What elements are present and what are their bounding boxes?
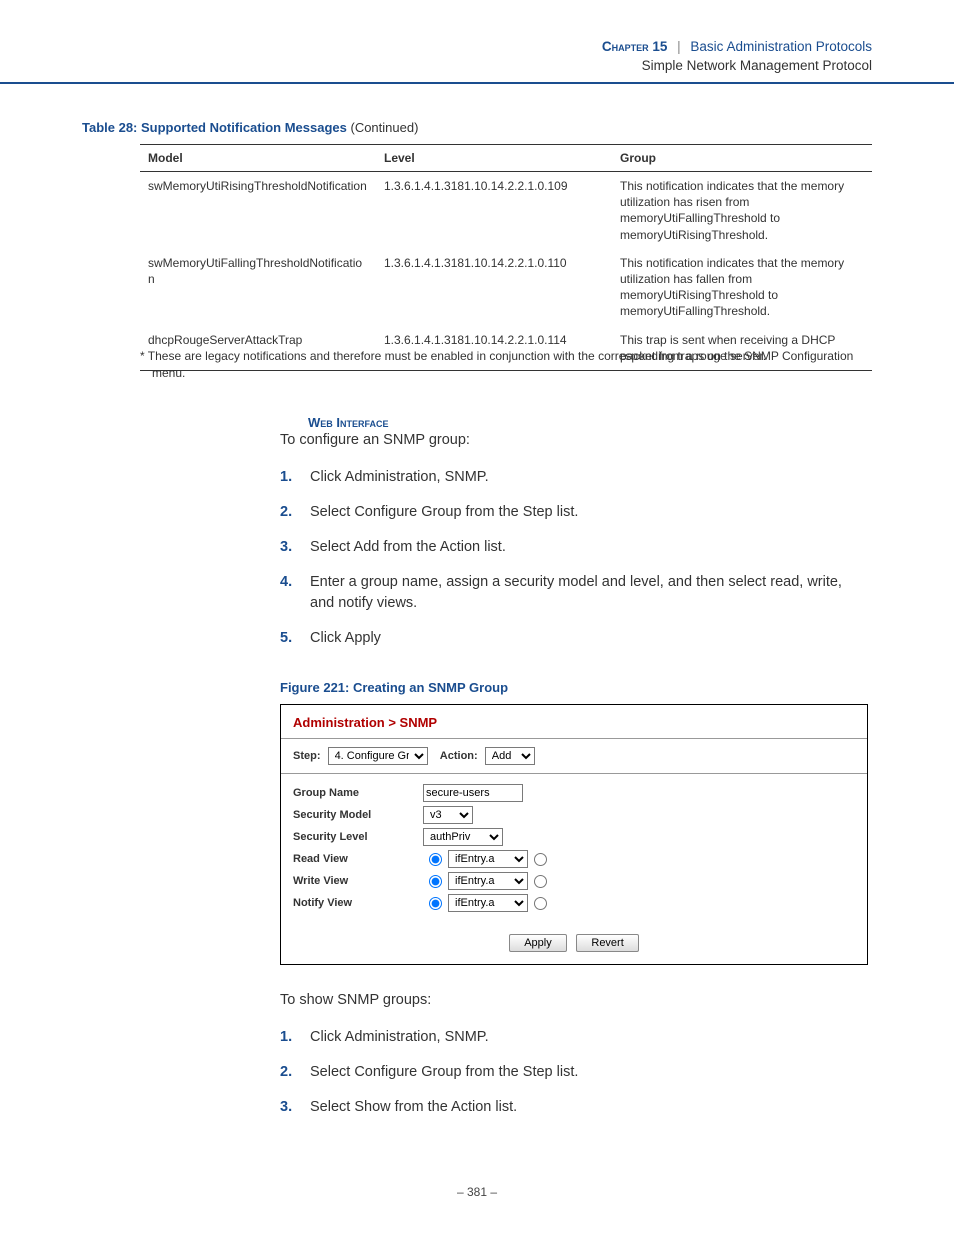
table-caption-continued: (Continued) bbox=[347, 120, 419, 135]
breadcrumb: Administration > SNMP bbox=[281, 705, 867, 734]
table-footnote: * These are legacy notifications and the… bbox=[140, 348, 870, 382]
table-caption: Table 28: Supported Notification Message… bbox=[82, 120, 418, 135]
step-text: Select Add from the Action list. bbox=[310, 537, 870, 558]
read-view-radio-select[interactable] bbox=[429, 853, 442, 866]
security-level-label: Security Level bbox=[293, 831, 423, 843]
step-item: 2.Select Configure Group from the Step l… bbox=[280, 1062, 870, 1083]
step-item: 3.Select Show from the Action list. bbox=[280, 1097, 870, 1118]
step-text: Select Show from the Action list. bbox=[310, 1097, 870, 1118]
step-item: 1.Click Administration, SNMP. bbox=[280, 467, 870, 488]
step-item: 2.Select Configure Group from the Step l… bbox=[280, 502, 870, 523]
step-text: Enter a group name, assign a security mo… bbox=[310, 572, 870, 614]
notification-table: Model Level Group swMemoryUtiRisingThres… bbox=[140, 144, 872, 371]
security-model-label: Security Model bbox=[293, 809, 423, 821]
header-title-1: Basic Administration Protocols bbox=[690, 39, 872, 54]
group-name-input[interactable] bbox=[423, 784, 523, 802]
header-separator: | bbox=[677, 39, 681, 54]
th-group: Group bbox=[612, 145, 872, 172]
step-select[interactable]: 4. Configure Group bbox=[328, 747, 428, 765]
write-view-radio-none[interactable] bbox=[534, 875, 547, 888]
write-view-select[interactable]: ifEntry.a bbox=[448, 872, 528, 890]
header-rule bbox=[0, 82, 954, 84]
step-number: 1. bbox=[280, 1027, 310, 1048]
write-view-label: Write View bbox=[293, 875, 423, 887]
page-number: – 381 – bbox=[0, 1185, 954, 1199]
table-row: swMemoryUtiFallingThresholdNotification … bbox=[140, 249, 872, 326]
step-text: Select Configure Group from the Step lis… bbox=[310, 1062, 870, 1083]
notify-view-label: Notify View bbox=[293, 897, 423, 909]
page-header: Chapter 15 | Basic Administration Protoc… bbox=[602, 38, 872, 76]
read-view-select[interactable]: ifEntry.a bbox=[448, 850, 528, 868]
header-title-2: Simple Network Management Protocol bbox=[642, 58, 872, 73]
cell-group: This notification indicates that the mem… bbox=[612, 249, 872, 326]
step-number: 2. bbox=[280, 1062, 310, 1083]
read-view-label: Read View bbox=[293, 853, 423, 865]
cell-level: 1.3.6.1.4.1.3181.10.14.2.2.1.0.110 bbox=[376, 249, 612, 326]
revert-button[interactable]: Revert bbox=[576, 934, 638, 952]
cell-group: This notification indicates that the mem… bbox=[612, 172, 872, 249]
step-item: 3.Select Add from the Action list. bbox=[280, 537, 870, 558]
notify-view-select[interactable]: ifEntry.a bbox=[448, 894, 528, 912]
show-steps: 1.Click Administration, SNMP. 2.Select C… bbox=[280, 1027, 870, 1132]
step-item: 5.Click Apply bbox=[280, 628, 870, 649]
notify-view-radio-select[interactable] bbox=[429, 897, 442, 910]
cell-model: swMemoryUtiRisingThresholdNotification bbox=[140, 172, 376, 249]
step-number: 1. bbox=[280, 467, 310, 488]
th-model: Model bbox=[140, 145, 376, 172]
mock-toolbar: Step: 4. Configure Group Action: Add bbox=[281, 739, 867, 769]
step-number: 5. bbox=[280, 628, 310, 649]
chapter-label: Chapter 15 bbox=[602, 39, 668, 54]
th-level: Level bbox=[376, 145, 612, 172]
action-label: Action: bbox=[440, 750, 478, 762]
step-item: 1.Click Administration, SNMP. bbox=[280, 1027, 870, 1048]
step-text: Click Administration, SNMP. bbox=[310, 1027, 870, 1048]
step-number: 4. bbox=[280, 572, 310, 614]
figure-caption: Figure 221: Creating an SNMP Group bbox=[280, 680, 508, 695]
table-header-row: Model Level Group bbox=[140, 145, 872, 172]
show-intro: To show SNMP groups: bbox=[280, 992, 431, 1008]
write-view-radio-select[interactable] bbox=[429, 875, 442, 888]
web-interface-heading: Web Interface bbox=[308, 415, 389, 430]
apply-button[interactable]: Apply bbox=[509, 934, 567, 952]
group-name-label: Group Name bbox=[293, 787, 423, 799]
step-text: Select Configure Group from the Step lis… bbox=[310, 502, 870, 523]
snmp-group-screenshot: Administration > SNMP Step: 4. Configure… bbox=[280, 704, 868, 965]
security-model-select[interactable]: v3 bbox=[423, 806, 473, 824]
step-label: Step: bbox=[293, 750, 321, 762]
notify-view-radio-none[interactable] bbox=[534, 897, 547, 910]
step-text: Click Administration, SNMP. bbox=[310, 467, 870, 488]
cell-level: 1.3.6.1.4.1.3181.10.14.2.2.1.0.109 bbox=[376, 172, 612, 249]
step-number: 2. bbox=[280, 502, 310, 523]
mock-buttons: Apply Revert bbox=[281, 930, 867, 964]
read-view-radio-none[interactable] bbox=[534, 853, 547, 866]
action-select[interactable]: Add bbox=[485, 747, 535, 765]
mock-form: Group Name Security Model v3 Security Le… bbox=[281, 774, 867, 930]
configure-steps: 1.Click Administration, SNMP. 2.Select C… bbox=[280, 467, 870, 663]
configure-intro: To configure an SNMP group: bbox=[280, 432, 470, 448]
table-row: swMemoryUtiRisingThresholdNotification 1… bbox=[140, 172, 872, 249]
table-caption-title: Table 28: Supported Notification Message… bbox=[82, 120, 347, 135]
step-text: Click Apply bbox=[310, 628, 870, 649]
step-number: 3. bbox=[280, 537, 310, 558]
step-number: 3. bbox=[280, 1097, 310, 1118]
security-level-select[interactable]: authPriv bbox=[423, 828, 503, 846]
cell-model: swMemoryUtiFallingThresholdNotification bbox=[140, 249, 376, 326]
step-item: 4.Enter a group name, assign a security … bbox=[280, 572, 870, 614]
